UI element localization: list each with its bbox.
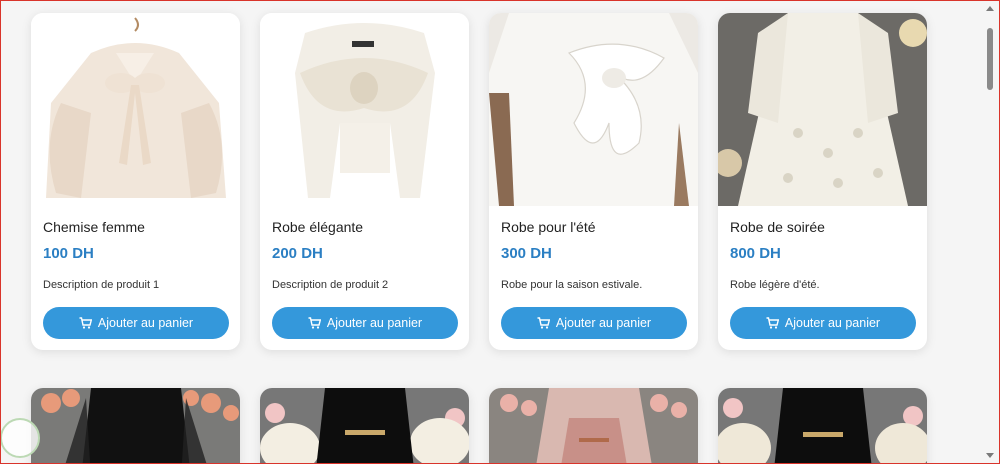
product-image[interactable] [260,13,469,206]
product-card: Robe pour l'été 300 DH Robe pour la sais… [489,13,698,350]
product-title: Robe élégante [272,219,364,235]
product-price: 200 DH [272,245,323,262]
product-card: Robe élégante 200 DH Description de prod… [260,13,469,350]
vertical-scrollbar[interactable] [982,0,999,464]
product-card [718,388,927,464]
product-card: Chemise femme 100 DH Description de prod… [31,13,240,350]
cart-icon [79,317,92,329]
product-image[interactable] [260,388,469,464]
product-card [260,388,469,464]
product-title: Robe pour l'été [501,219,596,235]
scroll-down-arrow-icon[interactable] [986,453,994,458]
cart-icon [766,317,779,329]
add-to-cart-button[interactable]: Ajouter au panier [730,307,916,339]
product-description: Description de produit 1 [43,279,160,291]
watermark-logo-icon [0,418,40,458]
product-image[interactable] [718,388,927,464]
scrollbar-thumb[interactable] [987,28,993,90]
product-price: 300 DH [501,245,552,262]
product-image[interactable] [489,388,698,464]
product-card [489,388,698,464]
product-image[interactable] [31,13,240,206]
add-to-cart-label: Ajouter au panier [555,316,652,330]
cart-icon [308,317,321,329]
add-to-cart-button[interactable]: Ajouter au panier [43,307,229,339]
add-to-cart-button[interactable]: Ajouter au panier [501,307,687,339]
add-to-cart-button[interactable]: Ajouter au panier [272,307,458,339]
product-price: 100 DH [43,245,94,262]
product-image[interactable] [31,388,240,464]
product-card [31,388,240,464]
add-to-cart-label: Ajouter au panier [326,316,423,330]
product-title: Chemise femme [43,219,145,235]
product-description: Robe pour la saison estivale. [501,279,643,291]
scroll-up-arrow-icon[interactable] [986,6,994,11]
product-grid: Chemise femme 100 DH Description de prod… [0,0,980,464]
product-description: Description de produit 2 [272,279,389,291]
product-price: 800 DH [730,245,781,262]
product-image[interactable] [718,13,927,206]
cart-icon [537,317,550,329]
product-description: Robe légère d'été. [730,279,820,291]
product-image[interactable] [489,13,698,206]
add-to-cart-label: Ajouter au panier [784,316,881,330]
product-card: Robe de soirée 800 DH Robe légère d'été.… [718,13,927,350]
product-title: Robe de soirée [730,219,825,235]
add-to-cart-label: Ajouter au panier [97,316,194,330]
